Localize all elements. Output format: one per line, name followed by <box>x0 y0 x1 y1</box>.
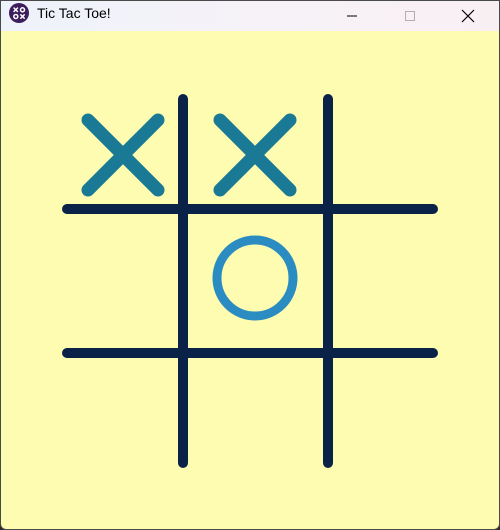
close-button[interactable] <box>445 1 491 31</box>
board-cell-3-3[interactable] <box>320 336 450 466</box>
minimize-button[interactable] <box>329 1 375 31</box>
board-cell-3-1[interactable] <box>58 336 188 466</box>
board-cell-2-1[interactable] <box>58 213 188 343</box>
game-board <box>1 31 499 529</box>
board-cell-1-2[interactable] <box>190 90 320 220</box>
board-cell-1-3[interactable] <box>320 90 450 220</box>
maximize-button[interactable] <box>387 1 433 31</box>
window-title: Tic Tac Toe! <box>37 5 111 21</box>
board-cell-2-3[interactable] <box>320 213 450 343</box>
board-cell-3-2[interactable] <box>190 336 320 466</box>
minimize-icon <box>347 15 357 17</box>
game-window: Tic Tac Toe! <box>0 0 500 530</box>
maximize-icon <box>405 11 415 21</box>
board-cell-2-2[interactable] <box>190 213 320 343</box>
board-cell-1-1[interactable] <box>58 90 188 220</box>
tic-tac-toe-app-icon <box>9 3 29 23</box>
title-bar[interactable]: Tic Tac Toe! <box>1 1 499 31</box>
close-icon <box>461 9 475 23</box>
